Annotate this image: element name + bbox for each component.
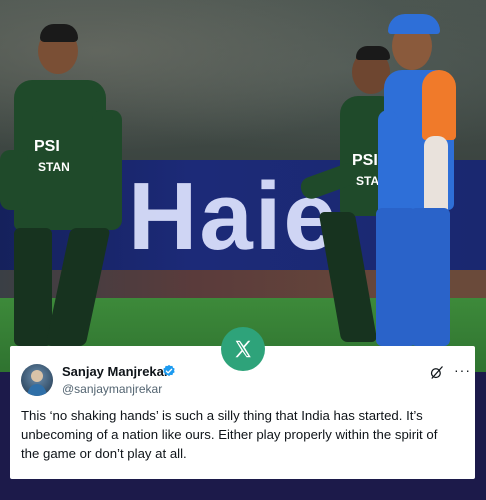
more-icon[interactable]: ···: [454, 362, 471, 378]
author-name[interactable]: Sanjay Manjrekar: [62, 364, 169, 379]
tweet-text: This ‘no shaking hands’ is such a silly …: [21, 406, 467, 463]
tweet-line: the game or don’t play at all.: [21, 446, 187, 461]
jersey-text: PSI: [34, 138, 60, 155]
avatar[interactable]: [21, 364, 53, 396]
x-logo-badge: [221, 327, 265, 371]
avatar-image: [27, 370, 47, 396]
grok-icon[interactable]: [429, 365, 444, 380]
verified-badge-icon: [163, 364, 175, 377]
tweet-line: This ‘no shaking hands’ is such a silly …: [21, 408, 423, 423]
match-photo: Haie PSI STAN PSI STAN: [0, 0, 486, 372]
jersey-subtext: STAN: [38, 160, 70, 174]
author-handle[interactable]: @sanjaymanjrekar: [62, 382, 162, 396]
tweet-line: unbecoming of a nation like ours. Either…: [21, 427, 438, 442]
x-logo-icon: [235, 340, 251, 358]
jersey-text-middle: PSI: [352, 152, 378, 169]
